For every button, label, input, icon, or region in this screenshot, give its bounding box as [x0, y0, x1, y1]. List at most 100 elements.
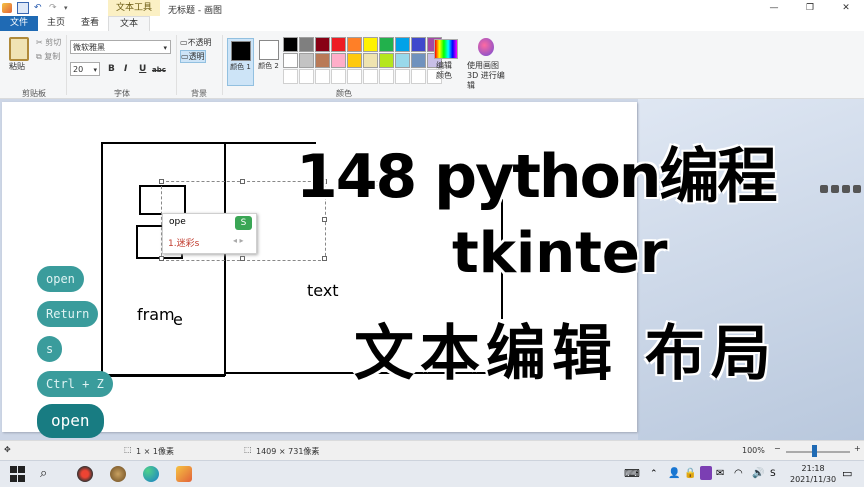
custom-color-slot[interactable] — [395, 69, 410, 84]
undo-icon[interactable]: ↶ — [34, 3, 44, 13]
edit-colors-icon[interactable] — [434, 39, 458, 59]
taskbar-clock[interactable]: 21:18 2021/11/30 — [790, 463, 836, 485]
cut-button[interactable]: ✂ 剪切 — [36, 37, 61, 48]
palette-color-swatch[interactable] — [331, 53, 346, 68]
ime-tool-icon[interactable] — [831, 185, 839, 193]
background-group-label: 背景 — [191, 89, 207, 98]
palette-color-swatch[interactable] — [299, 53, 314, 68]
color1-button[interactable]: 颜色 1 — [227, 38, 254, 86]
palette-color-swatch[interactable] — [315, 37, 330, 52]
palette-color-swatch[interactable] — [395, 37, 410, 52]
cut-label: 剪切 — [45, 38, 62, 47]
edit-colors-button[interactable]: 编辑颜色 — [436, 61, 458, 81]
resize-handle[interactable] — [159, 256, 164, 261]
palette-color-swatch[interactable] — [379, 37, 394, 52]
canvas-size: 1409 × 731像素 — [256, 447, 320, 456]
tab-home[interactable]: 主页 — [40, 16, 72, 31]
custom-color-slot[interactable] — [283, 69, 298, 84]
resize-handle[interactable] — [322, 256, 327, 261]
lock-icon[interactable]: 🔒 — [684, 466, 700, 482]
notification-icon[interactable]: ▭ — [842, 466, 858, 482]
clipboard-icon[interactable] — [9, 37, 29, 61]
custom-color-slot[interactable] — [347, 69, 362, 84]
palette-color-swatch[interactable] — [379, 53, 394, 68]
strikethrough-button[interactable]: abc — [152, 66, 166, 74]
quick-access-toolbar: ↶ ↷ ▾ — [2, 2, 74, 14]
custom-color-slot[interactable] — [363, 69, 378, 84]
custom-color-slot[interactable] — [315, 69, 330, 84]
tab-text[interactable]: 文本 — [108, 16, 150, 32]
underline-button[interactable]: U — [139, 64, 146, 74]
close-button[interactable]: ✕ — [828, 0, 864, 16]
zoom-slider[interactable] — [786, 451, 850, 453]
palette-color-swatch[interactable] — [315, 53, 330, 68]
palette-color-swatch[interactable] — [331, 37, 346, 52]
search-icon[interactable]: ⌕ — [40, 466, 56, 482]
paste-button[interactable]: 粘贴 — [9, 61, 25, 72]
custom-color-slot[interactable] — [299, 69, 314, 84]
custom-color-slot[interactable] — [411, 69, 426, 84]
tray-app-icon[interactable]: 👤 — [668, 466, 684, 482]
app-icon[interactable] — [110, 466, 126, 482]
tab-view[interactable]: 查看 — [72, 16, 108, 31]
opaque-option[interactable]: ▭不透明 — [180, 37, 212, 48]
wechat-icon[interactable]: ✉ — [716, 466, 732, 482]
palette-color-swatch[interactable] — [411, 53, 426, 68]
volume-icon[interactable]: 🔊 — [752, 466, 768, 482]
minimize-button[interactable]: — — [756, 0, 792, 16]
recorder-app-icon[interactable] — [77, 466, 93, 482]
color2-button[interactable]: 颜色 2 — [256, 38, 281, 84]
tab-file[interactable]: 文件 — [0, 16, 38, 31]
zoom-slider-thumb[interactable] — [812, 445, 817, 457]
save-icon[interactable] — [17, 2, 29, 14]
chevron-up-icon[interactable]: ⌃ — [650, 466, 666, 482]
wifi-icon[interactable]: ◠ — [734, 466, 750, 482]
ime-language-icon[interactable]: S — [770, 466, 786, 482]
bold-button[interactable]: B — [108, 64, 115, 74]
color-palette — [283, 37, 442, 84]
ime-candidate-window[interactable]: ope S 1.迷彩s ◂ ▸ — [162, 213, 257, 254]
chevron-down-icon: ▾ — [93, 66, 97, 74]
zoom-out-button[interactable]: − — [774, 444, 781, 453]
transparent-option[interactable]: ▭透明 — [180, 50, 206, 63]
resize-handle[interactable] — [159, 179, 164, 184]
maximize-button[interactable]: ❐ — [792, 0, 828, 16]
text-label: text — [307, 281, 339, 300]
onenote-icon[interactable] — [700, 466, 712, 480]
ime-candidate[interactable]: 1.迷彩s — [168, 236, 199, 249]
font-size-select[interactable]: 20 ▾ — [70, 62, 100, 76]
palette-color-swatch[interactable] — [299, 37, 314, 52]
italic-button[interactable]: I — [124, 64, 127, 74]
ribbon: 粘贴 ✂ 剪切 ⧉ 复制 剪贴板 微软雅黑 ▾ 20 ▾ B I U abc 字体 … — [0, 31, 864, 99]
copy-button[interactable]: ⧉ 复制 — [36, 51, 60, 62]
palette-color-swatch[interactable] — [347, 37, 362, 52]
custom-color-slot[interactable] — [379, 69, 394, 84]
palette-color-swatch[interactable] — [411, 37, 426, 52]
keyboard-icon[interactable]: ⌨ — [624, 466, 640, 482]
resize-handle[interactable] — [322, 217, 327, 222]
redo-icon[interactable]: ↷ — [49, 3, 59, 13]
palette-color-swatch[interactable] — [395, 53, 410, 68]
font-family-select[interactable]: 微软雅黑 ▾ — [70, 40, 171, 54]
edge-browser-icon[interactable] — [143, 466, 159, 482]
paint3d-button[interactable]: 使用画图 3D 进行编辑 — [467, 61, 511, 91]
ime-tool-icon[interactable] — [820, 185, 828, 193]
palette-color-swatch[interactable] — [347, 53, 362, 68]
palette-color-swatch[interactable] — [283, 37, 298, 52]
paint3d-icon[interactable] — [478, 38, 494, 56]
overlay-title-line1: 148 python编程 — [296, 142, 778, 212]
start-button[interactable] — [10, 466, 26, 482]
palette-color-swatch[interactable] — [363, 53, 378, 68]
ime-tool-icon[interactable] — [853, 185, 861, 193]
resize-handle[interactable] — [240, 179, 245, 184]
palette-color-swatch[interactable] — [363, 37, 378, 52]
opaque-label: 不透明 — [187, 38, 212, 47]
paint-app-icon[interactable] — [176, 466, 192, 482]
zoom-in-button[interactable]: + — [854, 444, 861, 453]
ime-page-arrows-icon[interactable]: ◂ ▸ — [233, 236, 244, 245]
palette-color-swatch[interactable] — [283, 53, 298, 68]
ime-tool-icon[interactable] — [842, 185, 850, 193]
resize-handle[interactable] — [240, 256, 245, 261]
custom-color-slot[interactable] — [331, 69, 346, 84]
customize-qat-icon[interactable]: ▾ — [64, 3, 74, 13]
